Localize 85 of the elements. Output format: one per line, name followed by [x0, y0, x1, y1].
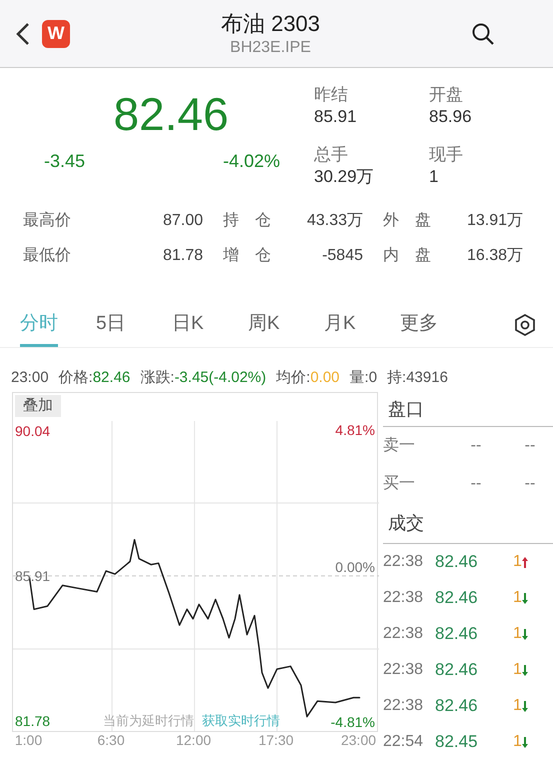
- info-item: 量:0: [350, 368, 378, 388]
- stat-value: 81.78: [162, 246, 203, 266]
- back-icon[interactable]: [16, 22, 30, 46]
- time-label: 6:30: [97, 732, 125, 749]
- stat-label: 持 仓: [223, 211, 272, 231]
- info-item: 价格:82.46: [58, 368, 130, 388]
- stat-label: 最低价: [23, 246, 72, 266]
- book-volume: --: [524, 474, 536, 494]
- search-icon[interactable]: [471, 22, 495, 46]
- trade-price: 82.46: [435, 623, 479, 646]
- up-arrow-icon: [522, 556, 528, 568]
- trade-time: 22:38: [383, 552, 424, 572]
- trade-price: 82.46: [435, 587, 479, 610]
- info-item: 持:43916: [387, 368, 448, 388]
- down-arrow-icon: [522, 628, 528, 640]
- trade-time: 22:38: [383, 624, 424, 644]
- book-volume: --: [524, 436, 536, 456]
- stat-label: 内 盘: [383, 246, 432, 266]
- book-price: --: [470, 436, 482, 456]
- section-title: 成交: [383, 503, 553, 544]
- field-label: 现手: [429, 144, 464, 166]
- stat-value: 43.33万: [306, 211, 363, 231]
- trade-price: 82.46: [435, 695, 479, 718]
- trade-volume: 1: [513, 696, 522, 716]
- percent-label: 0.00%: [335, 558, 375, 576]
- field-value: 85.96: [429, 106, 473, 128]
- page-title: 布油 2303: [220, 10, 320, 38]
- field-label: 开盘: [429, 84, 464, 106]
- section-title: 盘口: [383, 392, 553, 427]
- down-arrow-icon: [522, 592, 528, 604]
- trade-time: 22:54: [383, 732, 424, 752]
- period-tab[interactable]: 月K: [324, 302, 400, 348]
- time-label: 1:00: [14, 732, 42, 749]
- trade-price: 82.45: [435, 731, 479, 754]
- down-arrow-icon: [522, 736, 528, 748]
- period-tab[interactable]: 更多: [400, 302, 476, 348]
- field-value: 1: [429, 166, 440, 188]
- down-arrow-icon: [522, 700, 528, 712]
- time-label: 17:30: [258, 732, 294, 749]
- trade-price: 82.46: [435, 659, 479, 682]
- stat-value: 16.38万: [466, 246, 523, 266]
- time-label: 23:00: [340, 732, 376, 749]
- trade-volume: 1: [513, 732, 522, 752]
- axis-label: 85.91: [15, 566, 50, 585]
- percent-change: -4.02%: [222, 150, 280, 173]
- app-logo: W: [42, 20, 70, 48]
- stat-label: 外 盘: [383, 211, 432, 231]
- stat-value: 13.91万: [466, 211, 523, 231]
- field-value: 30.29万: [314, 166, 375, 188]
- percent-label: 4.81%: [335, 421, 375, 439]
- symbol-code: BH23E.IPE: [230, 38, 311, 58]
- field-label: 总手: [314, 144, 349, 166]
- stat-value: -5845: [321, 246, 363, 266]
- axis-label: 81.78: [15, 712, 50, 730]
- overlay-button[interactable]: 叠加: [15, 395, 61, 417]
- period-tab[interactable]: 日K: [172, 302, 248, 348]
- trade-volume: 1: [513, 552, 522, 572]
- last-price: 82.46: [112, 87, 229, 142]
- trade-time: 22:38: [383, 588, 424, 608]
- trade-volume: 1: [513, 624, 522, 644]
- period-tab[interactable]: 5日: [96, 302, 172, 348]
- book-price: --: [470, 474, 482, 494]
- trade-time: 22:38: [383, 696, 424, 716]
- trade-price: 82.46: [435, 551, 479, 574]
- stat-label: 最高价: [23, 210, 72, 231]
- info-item: 均价:0.00: [276, 368, 340, 388]
- delay-note: 当前为延时行情: [103, 713, 194, 729]
- time-label: 12:00: [176, 732, 212, 749]
- trade-volume: 1: [513, 588, 522, 608]
- info-item: 23:00: [11, 368, 49, 388]
- period-tab[interactable]: 周K: [248, 302, 324, 348]
- percent-label: -4.81%: [330, 713, 375, 731]
- down-arrow-icon: [522, 664, 528, 676]
- field-value: 85.91: [314, 106, 358, 128]
- info-item: 涨跌:-3.45(-4.02%): [140, 368, 266, 388]
- book-label: 卖一: [383, 436, 416, 456]
- settings-icon[interactable]: [515, 314, 535, 336]
- price-change: -3.45: [44, 150, 86, 173]
- trade-volume: 1: [513, 660, 522, 680]
- trade-time: 22:38: [383, 660, 424, 680]
- axis-label: 90.04: [15, 422, 50, 440]
- book-label: 买一: [383, 474, 416, 494]
- stat-value: 87.00: [162, 211, 203, 231]
- field-label: 昨结: [314, 84, 349, 106]
- stat-label: 增 仓: [223, 246, 272, 266]
